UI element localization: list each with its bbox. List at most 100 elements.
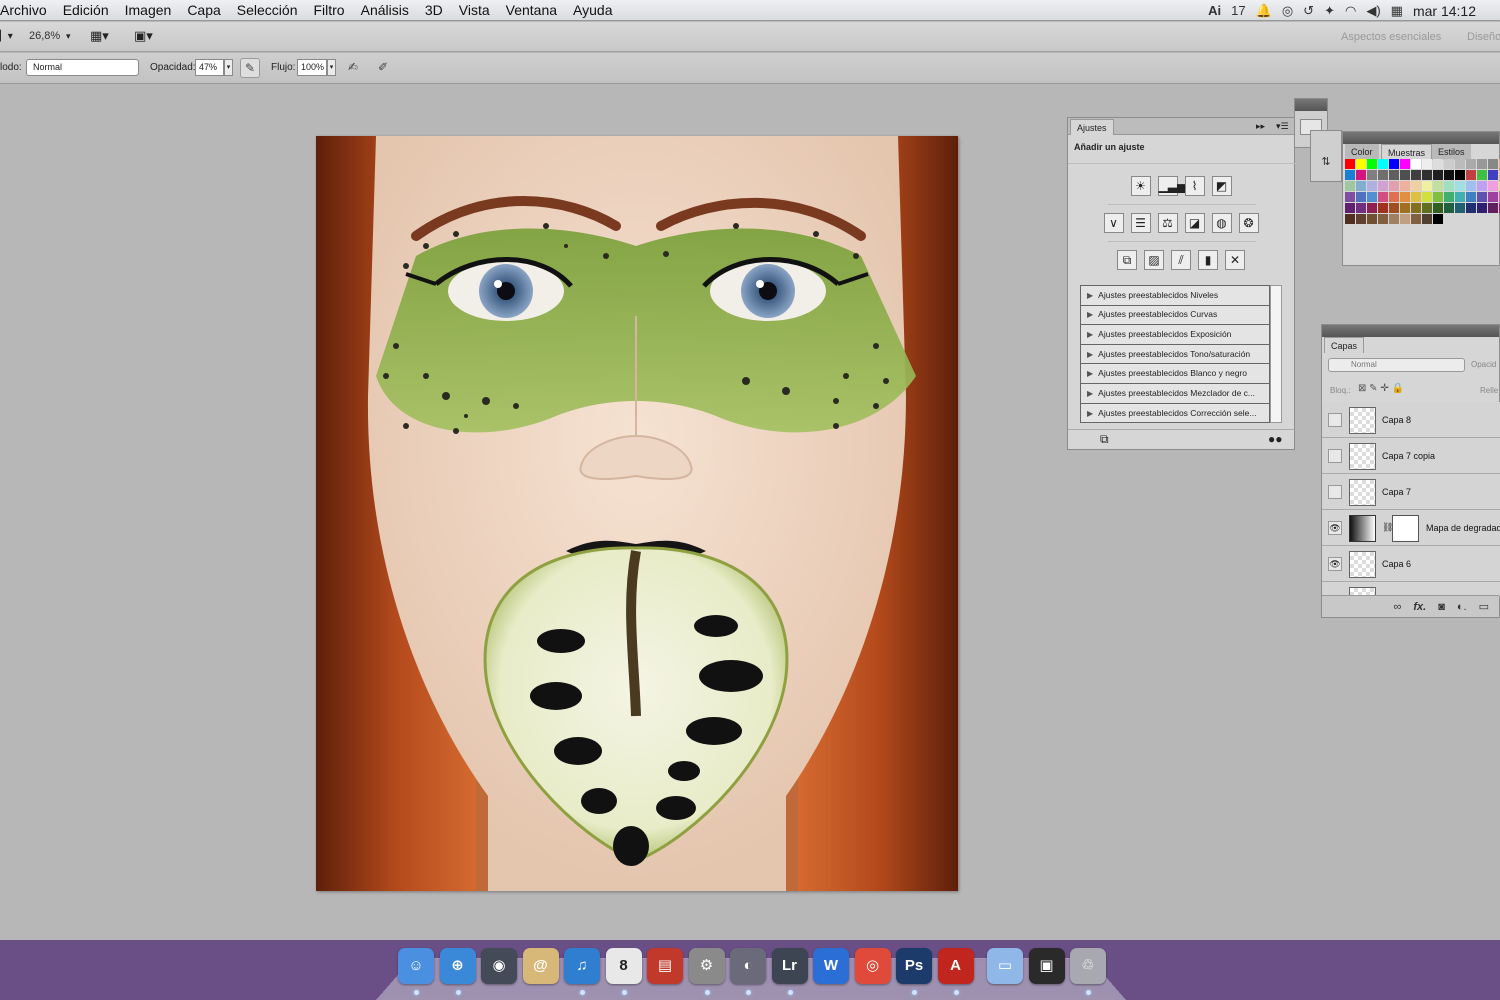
presets-scrollbar[interactable] <box>1270 285 1282 423</box>
time-machine-icon[interactable]: ◐ <box>730 948 766 984</box>
photo-filter-icon[interactable]: ◍ <box>1211 213 1232 233</box>
camera-icon[interactable]: ◉ <box>481 948 517 984</box>
color-swatch[interactable] <box>1433 181 1443 191</box>
color-swatch[interactable] <box>1488 192 1498 202</box>
color-swatch[interactable] <box>1378 159 1388 169</box>
menu-ayuda[interactable]: Ayuda <box>565 2 620 18</box>
color-swatch[interactable] <box>1433 203 1443 213</box>
channel-mixer-icon[interactable]: ❂ <box>1238 213 1259 233</box>
color-swatch[interactable] <box>1389 214 1399 224</box>
menu-archivo[interactable]: Archivo <box>0 2 55 18</box>
lock-icons[interactable]: ⊠ ✎ ✛ 🔒 <box>1358 383 1404 394</box>
color-swatch[interactable] <box>1422 192 1432 202</box>
channel-visibility-icon[interactable]: ●● <box>1268 432 1283 446</box>
menu-capa[interactable]: Capa <box>179 2 228 18</box>
selective-color-icon[interactable]: ✕ <box>1225 250 1245 270</box>
gradient-map-icon[interactable]: ▮ <box>1198 250 1218 270</box>
color-swatch[interactable] <box>1433 159 1443 169</box>
color-swatch[interactable] <box>1400 214 1410 224</box>
wifi-icon[interactable]: ◠ <box>1345 3 1356 19</box>
color-swatch[interactable] <box>1400 192 1410 202</box>
color-swatch[interactable] <box>1389 181 1399 191</box>
color-swatch[interactable] <box>1345 170 1355 180</box>
menu-ventana[interactable]: Ventana <box>498 2 565 18</box>
color-swatch[interactable] <box>1488 159 1498 169</box>
contacts-icon[interactable]: @ <box>522 948 559 984</box>
color-swatch[interactable] <box>1422 159 1432 169</box>
color-swatch[interactable] <box>1477 170 1487 180</box>
color-swatch[interactable] <box>1422 214 1432 224</box>
layer-row[interactable]: Capa 7 copia <box>1322 438 1500 474</box>
color-swatch[interactable] <box>1411 192 1421 202</box>
notification-bell-icon[interactable]: 🔔 <box>1256 3 1272 19</box>
sync-icon[interactable]: ◎ <box>1282 3 1293 19</box>
color-swatch[interactable] <box>1466 192 1476 202</box>
color-swatch[interactable] <box>1389 170 1399 180</box>
color-swatch[interactable] <box>1433 192 1443 202</box>
color-swatch[interactable] <box>1477 159 1487 169</box>
list-item[interactable]: ▶ Ajustes preestablecidos Blanco y negro <box>1081 364 1269 384</box>
color-swatch[interactable] <box>1466 203 1476 213</box>
color-swatch[interactable] <box>1345 214 1355 224</box>
color-swatch[interactable] <box>1433 170 1443 180</box>
tab-capas[interactable]: Capas <box>1324 337 1365 353</box>
color-swatch[interactable] <box>1345 159 1355 169</box>
layer-row[interactable] <box>1322 582 1500 596</box>
photoshop-icon[interactable]: Ps <box>896 948 932 984</box>
document-canvas[interactable] <box>316 136 958 891</box>
color-swatch[interactable] <box>1411 214 1421 224</box>
brightness-icon[interactable]: ☀ <box>1130 176 1151 196</box>
color-swatch[interactable] <box>1367 192 1377 202</box>
acrobat-icon[interactable]: A <box>937 948 974 984</box>
brush-preset-icon[interactable]: ⇅ <box>1318 155 1334 171</box>
color-swatch[interactable] <box>1389 203 1399 213</box>
color-swatch[interactable] <box>1356 170 1366 180</box>
layer-style-icon[interactable]: fx. <box>1413 601 1426 613</box>
color-swatch[interactable] <box>1400 203 1410 213</box>
list-item[interactable]: ▶ Ajustes preestablecidos Niveles <box>1081 286 1269 306</box>
adobe-menu-icon[interactable]: Ai <box>1208 3 1221 18</box>
color-swatch[interactable] <box>1444 203 1454 213</box>
collapsed-panel-titlebar[interactable] <box>1295 99 1327 111</box>
system-prefs-icon[interactable]: ⚙ <box>688 948 725 984</box>
expand-triangle-icon[interactable]: ▶ <box>1087 306 1093 325</box>
volume-icon[interactable]: ◀) <box>1366 3 1380 19</box>
opacity-input[interactable]: 47% <box>195 59 224 76</box>
folder-icon[interactable]: ▭ <box>987 948 1023 984</box>
clip-to-layer-icon[interactable]: ⧉ <box>1100 432 1109 447</box>
color-swatch[interactable] <box>1378 214 1388 224</box>
color-swatch[interactable] <box>1345 181 1355 191</box>
tab-color[interactable]: Color <box>1345 144 1379 160</box>
menu-edicion[interactable]: Edición <box>55 2 117 18</box>
exposure-icon[interactable]: ◩ <box>1211 176 1232 196</box>
visibility-toggle[interactable] <box>1328 485 1342 499</box>
color-swatch[interactable] <box>1356 181 1366 191</box>
black-white-icon[interactable]: ◪ <box>1184 213 1205 233</box>
color-swatch[interactable] <box>1345 203 1355 213</box>
color-swatch[interactable] <box>1367 159 1377 169</box>
color-swatch[interactable] <box>1389 192 1399 202</box>
color-swatch[interactable] <box>1422 181 1432 191</box>
tab-estilos[interactable]: Estilos <box>1432 144 1471 160</box>
eye-icon[interactable]: 👁 <box>1328 557 1342 571</box>
color-swatch[interactable] <box>1378 203 1388 213</box>
color-swatch[interactable] <box>1466 159 1476 169</box>
expand-triangle-icon[interactable]: ▶ <box>1087 404 1093 423</box>
color-swatch[interactable] <box>1444 170 1454 180</box>
color-swatch[interactable] <box>1455 181 1465 191</box>
menu-3d[interactable]: 3D <box>417 2 451 18</box>
airbrush-icon[interactable]: ✍ <box>343 58 363 78</box>
color-swatch[interactable] <box>1411 170 1421 180</box>
menu-imagen[interactable]: Imagen <box>117 2 180 18</box>
color-swatch[interactable] <box>1444 181 1454 191</box>
eye-icon[interactable]: 👁 <box>1328 521 1342 535</box>
color-swatch[interactable] <box>1367 181 1377 191</box>
new-group-icon[interactable]: ▭ <box>1479 600 1489 613</box>
list-item[interactable]: ▶ Ajustes preestablecidos Corrección sele… <box>1081 404 1269 424</box>
posterize-icon[interactable]: ▨ <box>1144 250 1164 270</box>
layer-row[interactable]: Capa 7 <box>1322 474 1500 510</box>
color-balance-icon[interactable]: ⚖ <box>1157 213 1178 233</box>
color-swatch[interactable] <box>1400 170 1410 180</box>
blend-mode-select[interactable]: Normal <box>1328 358 1465 372</box>
color-swatch[interactable] <box>1455 203 1465 213</box>
